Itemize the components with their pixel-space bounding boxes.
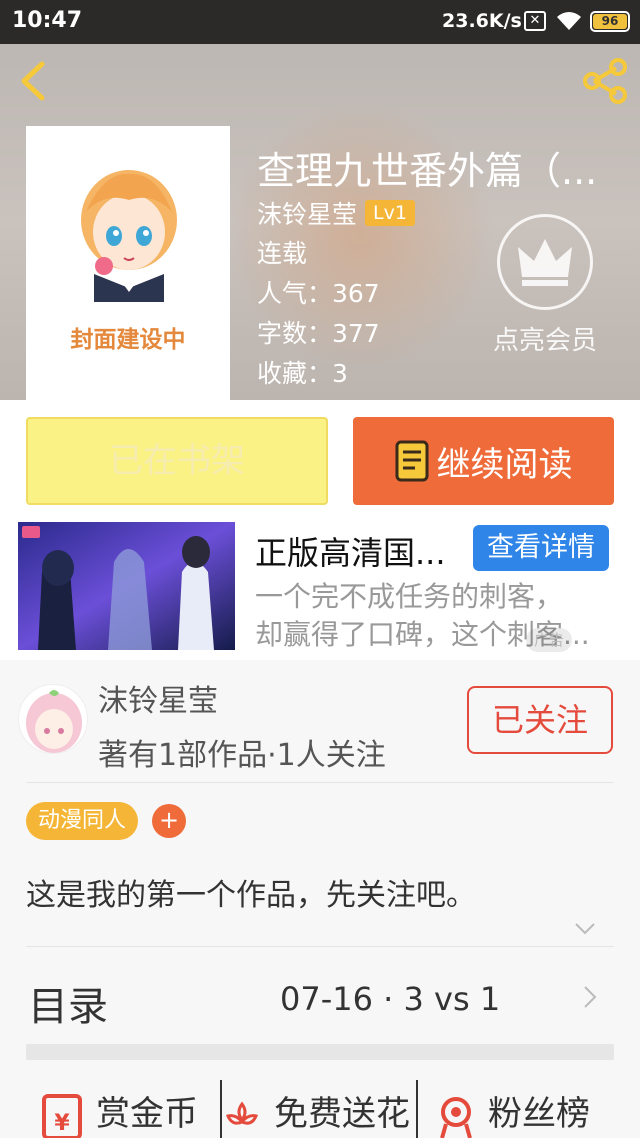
divider <box>26 946 614 947</box>
word-count: 字数：377 <box>257 319 380 348</box>
continue-reading-button[interactable]: 继续阅读 <box>353 417 614 505</box>
book-icon <box>395 440 428 482</box>
chevron-right-icon <box>584 986 597 1008</box>
chevron-down-icon[interactable] <box>574 922 596 936</box>
author-stats: 著有1部作品·1人关注 <box>98 738 386 773</box>
status-time: 10:47 <box>12 8 83 33</box>
fan-ranking-button[interactable]: 粉丝榜 <box>436 1086 614 1138</box>
popularity: 人气：367 <box>257 279 380 308</box>
author-row[interactable]: 沫铃星莹 Lv1 <box>257 196 415 230</box>
divider <box>26 782 614 783</box>
ad-artwork <box>18 522 235 650</box>
ad-banner[interactable]: 正版高清国... 查看详情 一个完不成任务的刺客， 却赢得了口碑，这个刺客...… <box>0 520 640 660</box>
crown-icon <box>518 239 572 286</box>
ranking-medal-icon <box>440 1097 472 1138</box>
svg-text:¥: ¥ <box>54 1111 70 1136</box>
book-intro: 这是我的第一个作品，先关注吧。 <box>26 878 476 913</box>
section-divider <box>26 1044 614 1060</box>
send-flowers-button[interactable]: 免费送花 <box>222 1086 418 1138</box>
battery-level: 96 <box>593 14 627 29</box>
share-icon[interactable] <box>580 56 630 106</box>
action-buttons: 已在书架 继续阅读 <box>0 400 640 520</box>
latest-chapter: 07-16 · 3 vs 1 <box>280 980 501 1018</box>
cover-illustration <box>81 170 177 302</box>
in-bookshelf-button[interactable]: 已在书架 <box>26 417 328 505</box>
view-details-button[interactable]: 查看详情 <box>473 525 609 571</box>
level-badge: Lv1 <box>365 200 415 226</box>
book-cover[interactable]: 封面建设中 <box>26 126 230 400</box>
add-tag-button[interactable]: + <box>152 804 186 838</box>
cover-caption: 封面建设中 <box>70 327 186 353</box>
author-card-name[interactable]: 沫铃星莹 <box>98 676 218 720</box>
author-section: 沫铃星莹 著有1部作品·1人关注 已关注 动漫同人 + 这是我的第一个作品，先关… <box>0 660 640 1138</box>
action-separator <box>416 1080 418 1138</box>
book-header: 封面建设中 查理九世番外篇（... 沫铃星莹 Lv1 连载 人气：367 字数：… <box>0 44 640 400</box>
flower-icon <box>225 1101 259 1125</box>
fan-ranking-label: 粉丝榜 <box>488 1094 590 1134</box>
catalog-row[interactable]: 目录 07-16 · 3 vs 1 <box>26 960 614 1036</box>
ad-description-line-1: 一个完不成任务的刺客， <box>255 580 564 613</box>
avatar[interactable] <box>18 684 88 754</box>
author-name[interactable]: 沫铃星莹 <box>257 195 357 231</box>
vip-badge[interactable] <box>497 214 593 310</box>
status-bar: 10:47 23.6K/s ✕ 96 <box>0 0 640 44</box>
serial-status: 连载 <box>257 239 308 268</box>
favorites-count: 收藏：3 <box>257 359 348 388</box>
wifi-icon <box>557 12 581 30</box>
red-envelope-icon: ¥ <box>42 1094 82 1138</box>
send-flowers-label: 免费送花 <box>274 1094 410 1134</box>
back-icon[interactable] <box>14 58 54 104</box>
ad-title[interactable]: 正版高清国... <box>255 528 465 574</box>
ad-image[interactable] <box>18 522 235 650</box>
author-avatar-image <box>26 690 82 753</box>
reward-coins-button[interactable]: ¥ 赏金币 <box>38 1086 218 1138</box>
sim-off-icon: ✕ <box>524 11 546 31</box>
catalog-title: 目录 <box>28 984 108 1030</box>
ad-label: 广告 <box>526 628 573 652</box>
vip-label[interactable]: 点亮会员 <box>474 320 616 357</box>
battery-icon: 96 <box>590 11 630 32</box>
continue-reading-label: 继续阅读 <box>436 444 573 485</box>
followed-button[interactable]: 已关注 <box>467 686 613 754</box>
bottom-actions: ¥ 赏金币 免费送花 粉丝榜 <box>26 1080 614 1138</box>
reward-coins-label: 赏金币 <box>96 1094 198 1134</box>
book-title: 查理九世番外篇（... <box>257 149 598 193</box>
genre-tag[interactable]: 动漫同人 <box>26 802 139 840</box>
network-speed: 23.6K/s <box>442 10 522 32</box>
